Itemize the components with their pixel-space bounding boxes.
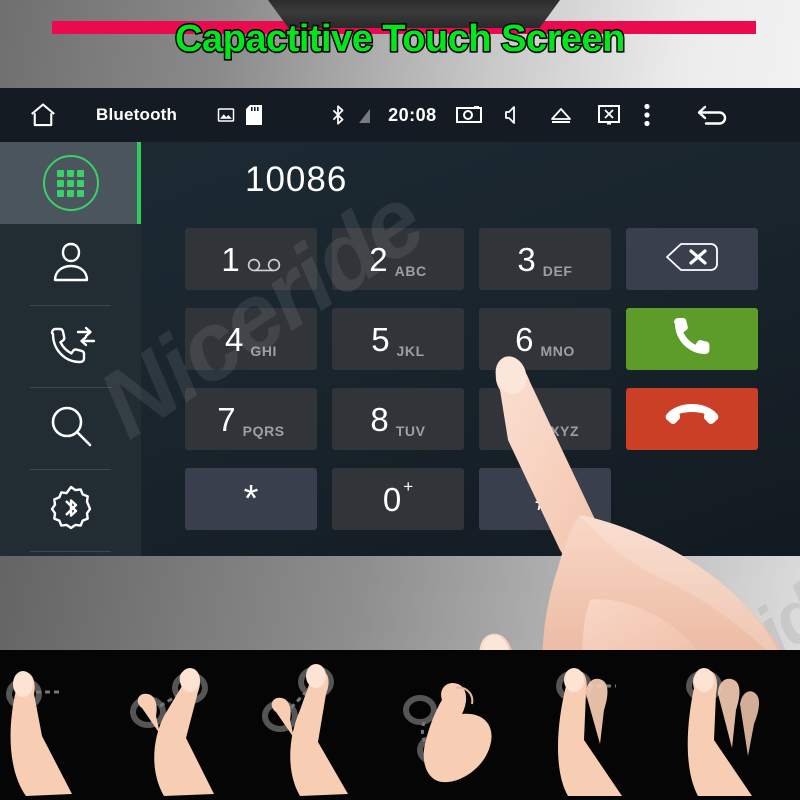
key-8[interactable]: 8 TUV: [332, 388, 464, 450]
key-8-letters: TUV: [395, 423, 426, 439]
sidebar-item-search[interactable]: [0, 388, 141, 470]
key-9-digit: 9: [510, 400, 530, 438]
search-icon: [45, 401, 97, 458]
call-button[interactable]: [626, 308, 758, 370]
sidebar-item-bt-settings[interactable]: [0, 470, 141, 552]
key-6[interactable]: 6 MNO: [479, 308, 611, 370]
key-5-letters: JKL: [396, 343, 425, 359]
call-answer-icon: [669, 314, 715, 365]
key-7[interactable]: 7 PQRS: [185, 388, 317, 450]
key-7-letters: PQRS: [242, 423, 285, 439]
sidebar-item-call-log[interactable]: [0, 306, 141, 388]
key-6-digit: 6: [515, 320, 534, 358]
key-4-letters: GHI: [250, 343, 278, 359]
contact-person-icon: [46, 238, 96, 293]
status-bar: Bluetooth 20:08: [0, 88, 800, 142]
watermark-bezel: Niceride: [600, 550, 800, 650]
key-star-digit: *: [243, 478, 259, 520]
sd-card-icon[interactable]: [246, 105, 263, 125]
promo-banner: Capactitive Touch Screen: [0, 0, 800, 88]
keypad: 1 2 ABC 3 DEF 4 GHI 5 JKL 6 MNO 7 PQRS 8…: [185, 228, 800, 556]
key-1[interactable]: 1: [185, 228, 317, 290]
backspace-button[interactable]: [626, 228, 758, 290]
two-finger-swipe-gesture: [532, 664, 660, 800]
dialer-sidebar: [0, 142, 141, 556]
key-0[interactable]: 0 +: [332, 468, 464, 530]
screen-off-icon[interactable]: [597, 104, 620, 126]
pinch-in-gesture: [118, 664, 246, 800]
promo-title: Capactitive Touch Screen: [174, 17, 627, 62]
device-screen: Bluetooth 20:08 10086 1 2 ABC 3 DEF 4 GH…: [0, 88, 800, 556]
dialed-number: 10086: [245, 160, 348, 199]
rotate-gesture: [394, 664, 522, 800]
clock-time: 20:08: [388, 104, 437, 125]
dialpad-icon: [42, 155, 99, 211]
key-9[interactable]: 9 WXYZ: [479, 388, 611, 450]
home-icon[interactable]: [26, 98, 60, 132]
back-arrow-icon[interactable]: [695, 102, 731, 128]
gesture-strip: Niceride: [0, 650, 800, 800]
key-6-letters: MNO: [540, 343, 575, 359]
key-0-plus: +: [403, 477, 414, 496]
key-star[interactable]: *: [185, 468, 317, 530]
volume-mute-icon[interactable]: [504, 105, 524, 125]
key-hash[interactable]: #: [479, 468, 611, 530]
key-7-digit: 7: [217, 400, 236, 438]
key-8-digit: 8: [370, 400, 389, 438]
key-3[interactable]: 3 DEF: [479, 228, 611, 290]
key-1-digit: 1: [221, 240, 240, 278]
key-2-letters: ABC: [394, 263, 427, 279]
key-5[interactable]: 5 JKL: [332, 308, 464, 370]
bluetooth-settings-icon: [45, 483, 97, 540]
camera-icon[interactable]: [455, 105, 482, 125]
sidebar-divider: [30, 551, 111, 552]
single-tap-gesture: [0, 664, 104, 800]
number-display[interactable]: 10086: [141, 142, 800, 218]
sidebar-item-contacts[interactable]: [0, 224, 141, 306]
call-history-icon: [44, 320, 98, 375]
key-4[interactable]: 4 GHI: [185, 308, 317, 370]
key-2[interactable]: 2 ABC: [332, 228, 464, 290]
key-5-digit: 5: [371, 320, 390, 358]
key-0-digit: 0: [382, 480, 402, 518]
key-4-digit: 4: [224, 320, 244, 358]
multi-finger-gesture: [672, 664, 800, 800]
end-call-button[interactable]: [626, 388, 758, 450]
eject-icon[interactable]: [549, 106, 573, 124]
sidebar-item-dialpad[interactable]: [0, 142, 141, 224]
key-3-digit: 3: [517, 240, 536, 278]
bluetooth-icon: [330, 104, 346, 126]
gallery-icon[interactable]: [217, 106, 235, 124]
key-9-letters: WXYZ: [536, 423, 580, 439]
key-hash-digit: #: [535, 480, 555, 518]
key-2-digit: 2: [369, 240, 388, 278]
call-end-icon: [665, 400, 719, 439]
voicemail-icon: [247, 258, 281, 277]
overflow-menu-icon[interactable]: [644, 103, 650, 127]
device-body: Niceride Bluetooth: [0, 88, 800, 650]
dialer-main: 10086 1 2 ABC 3 DEF 4 GHI 5 JKL 6 MNO 7 …: [141, 142, 800, 556]
key-3-letters: DEF: [542, 263, 573, 279]
pinch-out-gesture: [256, 664, 384, 800]
backspace-icon: [663, 242, 721, 277]
signal-off-icon: [356, 105, 372, 125]
screenshot-root: Capactitive Touch Screen Niceride Blueto…: [0, 0, 800, 800]
app-title: Bluetooth: [96, 105, 178, 124]
